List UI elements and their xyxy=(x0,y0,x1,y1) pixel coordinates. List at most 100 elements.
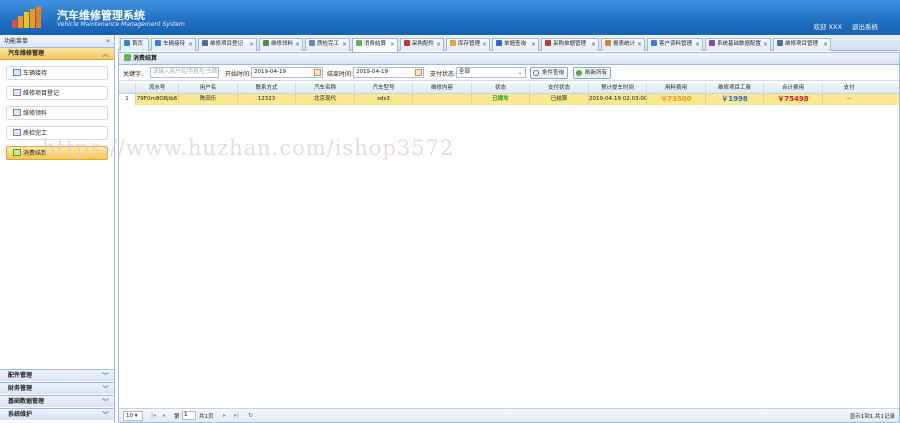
cell-pickup-time: 2019-04-19 02:03:00 xyxy=(589,94,647,105)
tab-purchase-parts[interactable]: 采购配件 × xyxy=(400,38,444,51)
tab-materials[interactable]: 维修领料 × xyxy=(259,38,303,51)
start-date-field[interactable]: 2019-04-19 xyxy=(251,67,323,78)
close-icon[interactable]: × xyxy=(188,39,193,50)
tab-inspection[interactable]: 质检完工 × xyxy=(305,38,350,51)
logo-bars-icon xyxy=(12,6,46,28)
tab-label: 报表统计 xyxy=(613,41,636,47)
tab-order-query[interactable]: 单据查询 × xyxy=(492,38,539,51)
tab-repair-register[interactable]: 维修项目登记 × xyxy=(198,38,257,51)
table-row[interactable]: 1 79F0m8O8jib6 陈田乐 12323 北京现代 sds3 已提车 已… xyxy=(119,94,899,105)
close-icon[interactable]: × xyxy=(482,39,487,50)
column-header: 汽车名称 xyxy=(296,83,355,93)
cell-total-fee: ￥75498 xyxy=(764,94,823,105)
page-size-select[interactable]: 10 ▾ xyxy=(123,411,143,421)
cell-pay[interactable]: -- xyxy=(823,94,875,105)
cell-contact: 12323 xyxy=(238,94,296,105)
keyword-input[interactable]: 请输入用户名/手机号/车牌 xyxy=(150,67,219,78)
column-header: 汽车型号 xyxy=(355,83,413,93)
tab-customers[interactable]: 客户资料管理 × xyxy=(647,38,703,51)
chevron-down-icon: ⌄ xyxy=(517,69,523,76)
column-header: 维修项目工费 xyxy=(706,83,764,93)
materials-icon xyxy=(13,109,21,116)
refresh-icon[interactable]: ↻ xyxy=(248,412,253,419)
user-area: 欢迎 XXX 退出系统 xyxy=(805,21,878,31)
cell-car-name: 北京现代 xyxy=(296,94,355,105)
app-header: 汽车维修管理系统 Vehicle Maintenance Management … xyxy=(0,0,900,35)
accordion-header-finance[interactable]: 财务管理 ︾ xyxy=(0,382,114,394)
page-number-input[interactable]: 1 xyxy=(182,411,196,420)
close-icon[interactable]: × xyxy=(295,39,300,50)
accordion-header-parts[interactable]: 配件管理 ︾ xyxy=(0,369,114,381)
accordion-label: 汽车维修管理 xyxy=(8,50,45,57)
column-header: 流水号 xyxy=(136,83,179,93)
calendar-icon[interactable] xyxy=(314,69,321,76)
tab-label: 维修领料 xyxy=(271,41,294,47)
accordion-header-system[interactable]: 系统维护 ︾ xyxy=(0,408,114,420)
column-header-rownum xyxy=(119,83,136,93)
tab-settlement[interactable]: 消费结算 × xyxy=(352,38,398,52)
refresh-button[interactable]: 刷新所有 xyxy=(573,67,612,79)
tab-label: 采购单据管理 xyxy=(553,41,587,47)
welcome-text: 欢迎 XXX xyxy=(813,23,842,31)
tab-reports[interactable]: 报表统计 × xyxy=(601,38,645,51)
tab-inventory[interactable]: 库存管理 × xyxy=(446,38,490,51)
accordion-label: 配件管理 xyxy=(8,372,33,379)
start-time-label: 开始时间: xyxy=(225,71,252,78)
end-date-field[interactable]: 2019-04-19 xyxy=(353,67,424,78)
tab-purchase-orders[interactable]: 采购单据管理 × xyxy=(541,38,599,51)
sidebar-item-settlement[interactable]: 消费结算 xyxy=(6,146,108,160)
sidebar-item-reception[interactable]: 车辆接待 xyxy=(6,66,108,80)
close-icon[interactable]: × xyxy=(591,39,596,50)
tab-home[interactable]: 首页 xyxy=(120,38,149,51)
search-icon xyxy=(533,70,539,76)
cell-content xyxy=(413,94,472,105)
last-page-icon[interactable]: ▸| xyxy=(234,412,239,419)
sidebar-item-repair-register[interactable]: 维修项目登记 xyxy=(6,86,108,100)
accordion-header-basedata[interactable]: 基础数据管理 ︾ xyxy=(0,395,114,407)
inspection-icon xyxy=(13,129,21,136)
first-page-icon[interactable]: |◂ xyxy=(151,412,156,419)
inspection-icon xyxy=(309,39,315,46)
column-header: 支付 xyxy=(843,85,855,91)
pagination-bar: 10 ▾ |◂ ◂ 第 1 共1页 ▸ ▸| ↻ 显示1到1,共1记录 xyxy=(119,408,899,422)
tab-bar: 首页 车辆接待 × 维修项目登记 × 维修领料 × 质检完工 × 消费结算 × 采购配件 ×… xyxy=(118,35,900,52)
user-icon xyxy=(651,39,657,46)
tab-repair-items[interactable]: 维修项目管理 × xyxy=(773,38,831,51)
car-icon xyxy=(777,39,783,46)
tab-label: 维修项目管理 xyxy=(785,41,819,47)
keyword-label: 关键字: xyxy=(123,71,144,78)
cell-pay-status: 已结算 xyxy=(530,94,589,105)
sidebar-item-materials[interactable]: 维修领料 xyxy=(6,106,108,120)
close-icon[interactable]: × xyxy=(390,39,395,50)
close-icon[interactable]: × xyxy=(342,39,347,50)
search-button[interactable]: 条件查询 xyxy=(530,67,569,79)
close-icon[interactable]: × xyxy=(637,39,642,50)
accordion-label: 基础数据管理 xyxy=(8,398,45,405)
tab-label: 车辆接待 xyxy=(163,41,186,47)
pay-status-select[interactable]: 全部 ⌄ xyxy=(456,67,526,78)
tab-reception[interactable]: 车辆接待 × xyxy=(151,38,196,51)
close-icon[interactable]: × xyxy=(823,39,828,50)
cell-serial: 79F0m8O8jib6 xyxy=(136,94,179,105)
calendar-icon[interactable] xyxy=(415,69,422,76)
close-icon[interactable]: × xyxy=(695,39,700,50)
collapse-sidebar-icon[interactable]: « xyxy=(106,35,110,48)
close-icon[interactable]: × xyxy=(763,39,768,50)
accordion-header-repair[interactable]: 汽车维修管理 ︽ xyxy=(0,48,114,60)
sidebar-heading: 功能菜单 « xyxy=(0,35,114,48)
sidebar-item-inspection[interactable]: 质检完工 xyxy=(6,126,108,140)
next-page-icon[interactable]: ▸ xyxy=(223,412,226,419)
table-header: 流水号 用户名 联系方式 汽车名称 汽车型号 维修内容 状态 支付状态 预计提车… xyxy=(119,83,899,94)
close-icon[interactable]: × xyxy=(249,39,254,50)
close-icon[interactable]: × xyxy=(531,39,536,50)
settlement-icon xyxy=(13,149,21,156)
main-content: 首页 车辆接待 × 维修项目登记 × 维修领料 × 质检完工 × 消费结算 × 采购配件 ×… xyxy=(118,35,900,423)
chevron-down-icon: ︾ xyxy=(102,372,109,380)
tab-base-config[interactable]: 系统基础数据配置 × xyxy=(705,38,771,51)
chevron-down-icon: ︾ xyxy=(102,411,109,419)
prev-page-icon[interactable]: ◂ xyxy=(162,412,165,419)
close-icon[interactable]: × xyxy=(436,39,441,50)
column-header: 状态 xyxy=(472,83,530,93)
logout-link[interactable]: 退出系统 xyxy=(852,23,878,31)
sidebar-item-label: 维修领料 xyxy=(23,110,48,117)
